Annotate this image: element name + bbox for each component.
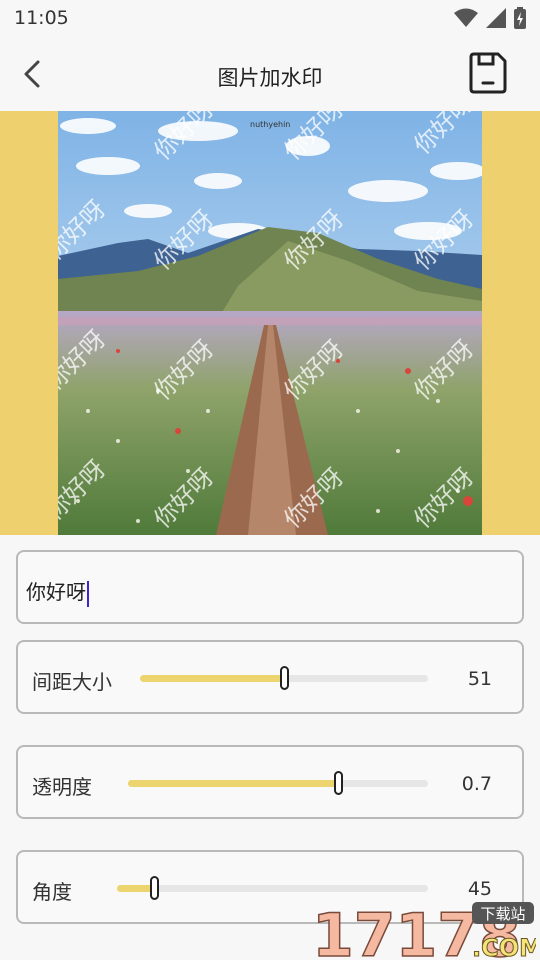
watermark-input-value: 你好呀: [26, 580, 86, 604]
spacing-label: 间距大小: [32, 670, 112, 694]
slider-fill: [117, 885, 155, 892]
app-bar: 图片加水印: [0, 40, 540, 110]
spacing-control: 间距大小 51: [16, 640, 524, 714]
angle-label: 角度: [32, 880, 72, 904]
photo-caption: nuthyehin: [250, 120, 290, 129]
slider-thumb[interactable]: [334, 771, 343, 795]
opacity-control: 透明度 0.7: [16, 745, 524, 819]
angle-slider[interactable]: [117, 876, 428, 900]
status-bar: 11:05: [0, 0, 540, 36]
signal-icon: [486, 8, 506, 28]
save-button[interactable]: [468, 52, 508, 94]
landscape-image: nuthyehin: [58, 111, 482, 535]
site-logo-domain: .COM: [472, 934, 536, 960]
opacity-value: 0.7: [461, 773, 492, 795]
spacing-value: 51: [467, 668, 492, 690]
text-caret: [87, 580, 89, 607]
battery-icon: [514, 7, 526, 29]
wifi-icon: [454, 8, 478, 27]
status-icons: [454, 7, 526, 29]
angle-value: 45: [467, 878, 492, 900]
image-preview: nuthyehin 你好呀 你好呀 你好呀 你好呀 你好呀 你好呀 你好呀 你好…: [0, 111, 540, 535]
opacity-slider[interactable]: [128, 771, 428, 795]
slider-thumb[interactable]: [150, 876, 160, 900]
opacity-label: 透明度: [32, 775, 92, 799]
slider-fill: [140, 675, 284, 682]
slider-fill: [128, 780, 338, 787]
watermarked-photo: nuthyehin 你好呀 你好呀 你好呀 你好呀 你好呀 你好呀 你好呀 你好…: [58, 111, 482, 535]
site-logo-watermark: 17178 下载站 .COM: [311, 900, 536, 960]
watermark-text-input[interactable]: 你好呀: [16, 550, 524, 624]
slider-thumb[interactable]: [280, 666, 289, 690]
spacing-slider[interactable]: [140, 666, 428, 690]
site-logo-tag: 下载站: [480, 905, 525, 923]
page-title: 图片加水印: [217, 66, 323, 90]
status-time: 11:05: [14, 7, 69, 29]
save-icon: [469, 52, 507, 94]
